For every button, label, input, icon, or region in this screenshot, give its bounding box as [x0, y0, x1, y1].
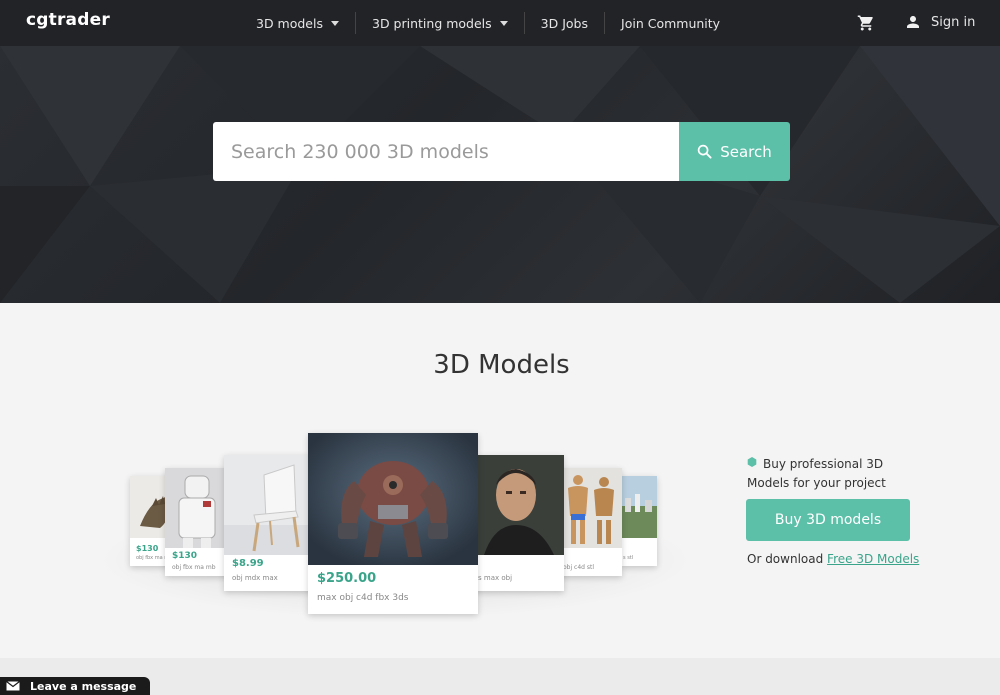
nav-3d-models[interactable]: 3D models — [240, 12, 355, 34]
astronaut-thumbnail — [165, 468, 229, 548]
card-price: $130 — [136, 544, 159, 553]
card-price: $250.00 — [317, 571, 377, 586]
search-icon — [697, 144, 712, 159]
nav-join-community-label: Join Community — [621, 15, 721, 31]
model-card-robot-mech[interactable]: $250.00 max obj c4d fbx 3ds — [308, 433, 478, 614]
envelope-icon — [6, 681, 20, 691]
promo-text: Buy professional 3D Models for your proj… — [747, 455, 897, 493]
man-portrait-thumbnail — [474, 455, 564, 555]
free-3d-models-link[interactable]: Free 3D Models — [827, 552, 919, 566]
leave-message-widget[interactable]: Leave a message — [0, 677, 150, 695]
card-price: $130 — [172, 551, 198, 561]
cgtrader-logo[interactable]: cgtrader — [26, 10, 110, 30]
search-button[interactable]: Search — [679, 122, 790, 181]
main-nav: 3D models 3D printing models 3D Jobs Joi… — [240, 0, 736, 46]
chevron-down-icon — [331, 20, 339, 26]
search-input[interactable] — [213, 122, 680, 181]
card-price: $8.99 — [232, 558, 264, 569]
chevron-down-icon — [499, 20, 508, 26]
sign-in-label: Sign in — [931, 14, 976, 30]
card-formats: obj c4d stl — [563, 564, 595, 571]
buy-3d-models-button[interactable]: Buy 3D models — [746, 499, 910, 541]
leave-message-label: Leave a message — [30, 679, 137, 693]
model-card-astronaut[interactable]: $130 obj fbx ma mb — [165, 468, 229, 576]
nav-3d-jobs[interactable]: 3D Jobs — [523, 12, 604, 34]
bodybuilders-thumbnail — [556, 468, 622, 548]
free-download-text: Or download Free 3D Models — [747, 552, 919, 566]
top-navbar: cgtrader 3D models 3D printing models 3D… — [0, 0, 1000, 46]
model-card-man-portrait[interactable]: s max obj — [474, 455, 564, 591]
model-card-chair[interactable]: $8.99 obj mdx max — [224, 455, 314, 591]
nav-join-community[interactable]: Join Community — [604, 12, 736, 34]
nav-3d-printing-models[interactable]: 3D printing models — [355, 12, 524, 34]
sign-in-link[interactable]: Sign in — [904, 13, 975, 31]
nav-3d-models-label: 3D models — [256, 15, 323, 31]
model-card-bodybuilders[interactable]: obj c4d stl — [556, 468, 622, 576]
chair-thumbnail — [224, 455, 314, 555]
user-icon — [907, 16, 919, 28]
robot-mech-thumbnail — [308, 433, 478, 565]
search-button-label: Search — [720, 142, 772, 161]
card-formats: s max obj — [478, 574, 513, 582]
nav-3d-printing-label: 3D printing models — [372, 15, 492, 31]
cart-icon[interactable] — [856, 14, 876, 32]
card-formats: obj mdx max — [232, 574, 278, 582]
nav-3d-jobs-label: 3D Jobs — [540, 15, 589, 31]
promo-text-content: Buy professional 3D Models for your proj… — [747, 457, 886, 490]
section-title: 3D Models — [433, 350, 570, 380]
card-formats: max obj c4d fbx 3ds — [317, 593, 409, 603]
card-formats: obj fbx ma mb — [172, 564, 216, 571]
model-card-city[interactable]: s stl — [621, 476, 657, 566]
card-formats: s stl — [623, 555, 634, 561]
download-prefix: Or download — [747, 552, 828, 566]
next-section-strip — [0, 658, 1000, 695]
city-thumbnail — [621, 476, 657, 538]
